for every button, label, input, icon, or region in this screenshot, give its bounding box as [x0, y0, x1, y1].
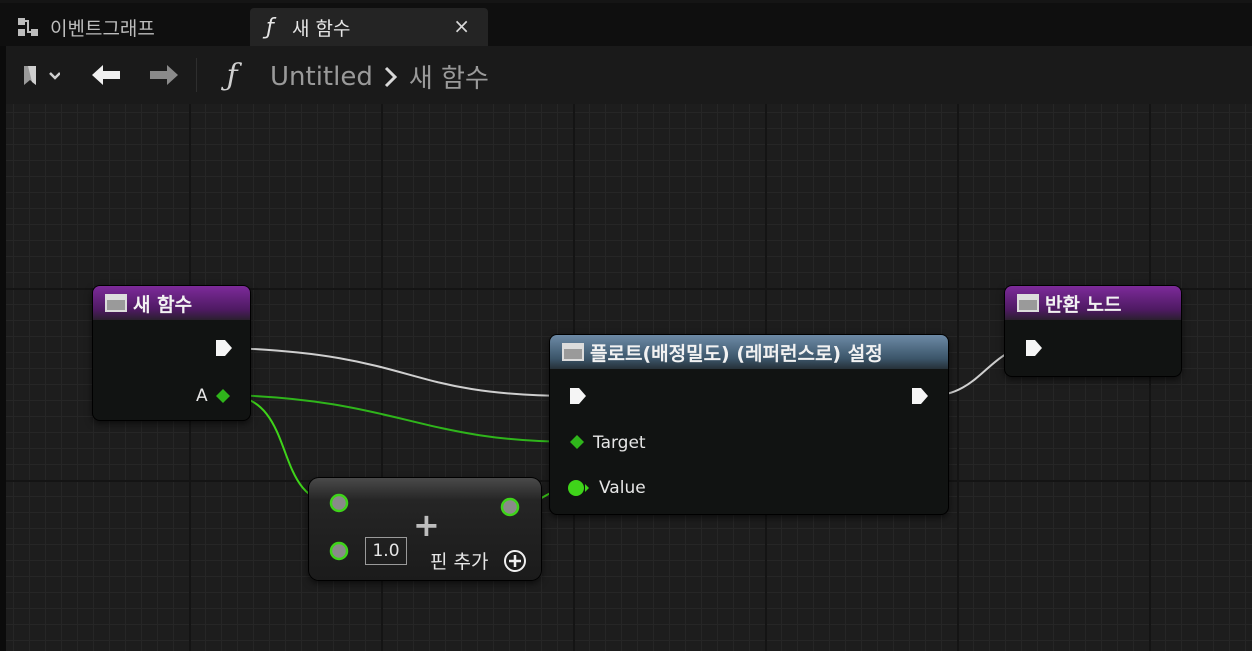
chevron-right-icon: [384, 66, 397, 87]
function-icon: ƒ: [266, 14, 274, 40]
value-pin-label: Value: [599, 478, 646, 498]
exec-in-pin[interactable]: [568, 386, 588, 406]
exec-in-pin[interactable]: [1024, 338, 1044, 358]
node-header: 플로트(배정밀도) (레퍼런스로) 설정: [550, 335, 948, 369]
node-title: 반환 노드: [1045, 293, 1122, 316]
add-pin-label[interactable]: 핀 추가: [430, 547, 488, 574]
bookmark-button[interactable]: [14, 46, 66, 104]
pin-a-label: A: [196, 386, 208, 406]
graph-toolbar: ƒ Untitled 새 함수: [6, 46, 1252, 104]
breadcrumb-current: 새 함수: [408, 64, 489, 94]
target-pin-label: Target: [593, 433, 646, 453]
node-title: 플로트(배정밀도) (레퍼런스로) 설정: [590, 342, 883, 365]
breadcrumb: Untitled 새 함수: [270, 58, 489, 95]
tab-label: 새 함수: [292, 17, 351, 40]
tab-label: 이벤트그래프: [50, 17, 155, 40]
add-input-pin-a[interactable]: [329, 493, 349, 513]
add-pin-icon[interactable]: [503, 549, 527, 573]
target-pin-diamond[interactable]: [568, 433, 586, 451]
tab-new-function[interactable]: ƒ 새 함수 ×: [250, 8, 488, 46]
exec-out-pin[interactable]: [910, 386, 930, 406]
node-header: 새 함수: [93, 286, 250, 320]
add-output-pin[interactable]: [500, 497, 520, 517]
return-node[interactable]: 반환 노드: [1005, 286, 1181, 376]
tab-bar: 이벤트그래프 ƒ 새 함수 ×: [0, 0, 1252, 46]
add-operator-icon: +: [413, 506, 440, 544]
top-border: [0, 0, 1252, 3]
value-input[interactable]: 1.0: [365, 537, 407, 565]
add-input-pin-b[interactable]: [329, 541, 349, 561]
breadcrumb-root[interactable]: Untitled: [270, 62, 373, 92]
close-icon[interactable]: ×: [453, 14, 470, 38]
exec-out-pin[interactable]: [214, 338, 234, 358]
function-node-icon: [1017, 294, 1039, 312]
arrow-right-icon: [150, 65, 178, 85]
back-button[interactable]: [84, 46, 128, 104]
bookmark-icon: [24, 66, 60, 85]
node-title: 새 함수: [133, 293, 193, 316]
arrow-left-icon: [92, 65, 120, 85]
forward-button[interactable]: [142, 46, 186, 104]
function-node-icon: [105, 294, 127, 312]
node-header: 반환 노드: [1005, 286, 1181, 320]
tab-event-graph[interactable]: 이벤트그래프: [8, 8, 244, 46]
function-icon: ƒ: [226, 57, 238, 93]
value-pin[interactable]: [566, 478, 590, 498]
toolbar-separator: [196, 58, 197, 92]
pin-a-diamond[interactable]: [214, 387, 232, 405]
function-node-icon: [562, 343, 584, 361]
event-graph-icon: [16, 15, 40, 39]
